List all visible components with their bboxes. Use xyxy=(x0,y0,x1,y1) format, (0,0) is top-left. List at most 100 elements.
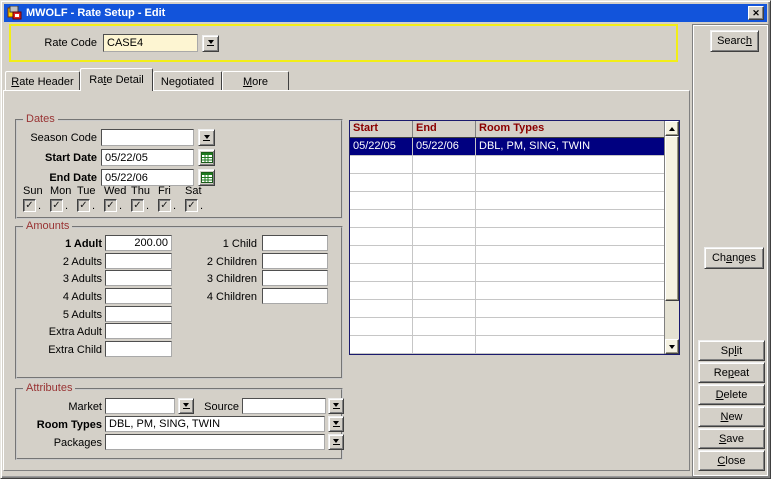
amount-3-adults-input[interactable] xyxy=(105,270,172,286)
amount-2-children-input[interactable] xyxy=(262,253,328,269)
source-input[interactable] xyxy=(242,398,326,414)
rate-code-input[interactable] xyxy=(103,34,198,52)
day-checkbox-thu[interactable]: ✓ xyxy=(131,199,144,212)
column-header-end: End xyxy=(413,121,476,137)
tab-strip: Rate Header Rate Detail Negotiated More xyxy=(5,68,289,91)
table-row-empty[interactable] xyxy=(350,264,664,282)
tab-rate-detail[interactable]: Rate Detail xyxy=(80,68,153,91)
grid-scrollbar[interactable] xyxy=(664,121,679,354)
start-date-calendar-button[interactable] xyxy=(198,149,215,166)
amounts-group-title: Amounts xyxy=(23,220,72,232)
end-date-input[interactable] xyxy=(101,169,194,186)
day-checkbox-tue[interactable]: ✓ xyxy=(77,199,90,212)
source-dropdown-button[interactable] xyxy=(328,398,344,414)
market-label: Market xyxy=(17,401,102,413)
amount-extra-adult-input[interactable] xyxy=(105,323,172,339)
table-row-empty[interactable] xyxy=(350,174,664,192)
lov-dropdown-icon xyxy=(333,439,339,443)
column-header-start: Start xyxy=(350,121,413,137)
packages-dropdown-button[interactable] xyxy=(328,434,344,450)
table-row-empty[interactable] xyxy=(350,228,664,246)
season-code-dropdown-button[interactable] xyxy=(198,129,215,146)
season-code-input[interactable] xyxy=(101,129,194,146)
day-column-sun: Sun ✓. xyxy=(23,185,50,212)
table-row-empty[interactable] xyxy=(350,318,664,336)
market-dropdown-button[interactable] xyxy=(178,398,194,414)
action-button-panel: Search Changes Split Repeat Delete New S… xyxy=(692,24,769,477)
table-row-empty[interactable] xyxy=(350,336,664,354)
amount-4-adults-input[interactable] xyxy=(105,288,172,304)
table-row-empty[interactable] xyxy=(350,282,664,300)
attributes-group-title: Attributes xyxy=(23,382,75,394)
day-column-wed: Wed ✓. xyxy=(104,185,131,212)
dates-group-title: Dates xyxy=(23,113,58,125)
day-checkbox-fri[interactable]: ✓ xyxy=(158,199,171,212)
room-types-input[interactable] xyxy=(105,416,325,432)
amount-1-adult-label: 1 Adult xyxy=(17,238,102,250)
market-input[interactable] xyxy=(105,398,175,414)
end-date-calendar-button[interactable] xyxy=(198,169,215,186)
day-checkbox-wed[interactable]: ✓ xyxy=(104,199,117,212)
table-row-empty[interactable] xyxy=(350,156,664,174)
new-button[interactable]: New xyxy=(698,406,765,427)
amount-3-adults-label: 3 Adults xyxy=(17,273,102,285)
checkbox-check-icon: ✓ xyxy=(160,201,168,211)
day-column-thu: Thu ✓. xyxy=(131,185,158,212)
start-date-input[interactable] xyxy=(101,149,194,166)
packages-input[interactable] xyxy=(105,434,325,450)
amount-3-children-input[interactable] xyxy=(262,270,328,286)
amount-2-adults-input[interactable] xyxy=(105,253,172,269)
table-header-row: Start End Room Types xyxy=(350,121,664,138)
room-types-dropdown-button[interactable] xyxy=(328,416,344,432)
checkbox-check-icon: ✓ xyxy=(187,201,195,211)
packages-label: Packages xyxy=(17,437,102,449)
amount-4-children-input[interactable] xyxy=(262,288,328,304)
amount-2-children-label: 2 Children xyxy=(167,256,257,268)
repeat-button[interactable]: Repeat xyxy=(698,362,765,383)
table-row-empty[interactable] xyxy=(350,246,664,264)
close-button[interactable]: ✕ xyxy=(748,6,764,20)
amount-extra-child-input[interactable] xyxy=(105,341,172,357)
calendar-icon xyxy=(201,152,213,163)
table-row-empty[interactable] xyxy=(350,210,664,228)
amount-1-adult-input[interactable] xyxy=(105,235,172,251)
checkbox-check-icon: ✓ xyxy=(106,201,114,211)
amount-1-child-input[interactable] xyxy=(262,235,328,251)
scroll-down-button[interactable] xyxy=(665,339,679,354)
tab-rate-header[interactable]: Rate Header xyxy=(5,71,80,91)
table-row-empty[interactable] xyxy=(350,192,664,210)
lov-dropdown-icon xyxy=(333,421,339,425)
column-header-room-types: Room Types xyxy=(476,121,664,137)
tab-negotiated[interactable]: Negotiated xyxy=(153,71,222,91)
room-types-label: Room Types xyxy=(17,419,102,431)
attributes-group: Attributes Market Source Room Types Pack… xyxy=(15,388,343,460)
tab-more[interactable]: More xyxy=(222,71,289,91)
amount-4-adults-label: 4 Adults xyxy=(17,291,102,303)
day-column-tue: Tue ✓. xyxy=(77,185,104,212)
scrollbar-thumb[interactable] xyxy=(665,136,679,301)
checkbox-check-icon: ✓ xyxy=(52,201,60,211)
title-bar: MWOLF - Rate Setup - Edit ✕ xyxy=(4,4,767,22)
table-row-empty[interactable] xyxy=(350,300,664,318)
day-checkbox-sat[interactable]: ✓ xyxy=(185,199,198,212)
window-title: MWOLF - Rate Setup - Edit xyxy=(26,7,744,19)
scroll-up-button[interactable] xyxy=(665,121,679,136)
lov-dropdown-icon xyxy=(208,40,214,44)
rate-code-dropdown-button[interactable] xyxy=(202,35,219,52)
app-icon xyxy=(7,6,22,20)
search-button[interactable]: Search xyxy=(710,30,759,52)
amount-5-adults-input[interactable] xyxy=(105,306,172,322)
changes-button[interactable]: Changes xyxy=(704,247,764,269)
amount-1-child-label: 1 Child xyxy=(167,238,257,250)
day-checkbox-sun[interactable]: ✓ xyxy=(23,199,36,212)
amount-2-adults-label: 2 Adults xyxy=(17,256,102,268)
start-date-label: Start Date xyxy=(17,152,97,164)
day-checkbox-mon[interactable]: ✓ xyxy=(50,199,63,212)
day-column-sat: Sat ✓. xyxy=(185,185,212,212)
table-row-selected[interactable]: 05/22/05 05/22/06 DBL, PM, SING, TWIN xyxy=(350,138,664,156)
split-button[interactable]: Split xyxy=(698,340,765,361)
save-button[interactable]: Save xyxy=(698,428,765,449)
delete-button[interactable]: Delete xyxy=(698,384,765,405)
close-button-action[interactable]: Close xyxy=(698,450,765,471)
amount-3-children-label: 3 Children xyxy=(167,273,257,285)
